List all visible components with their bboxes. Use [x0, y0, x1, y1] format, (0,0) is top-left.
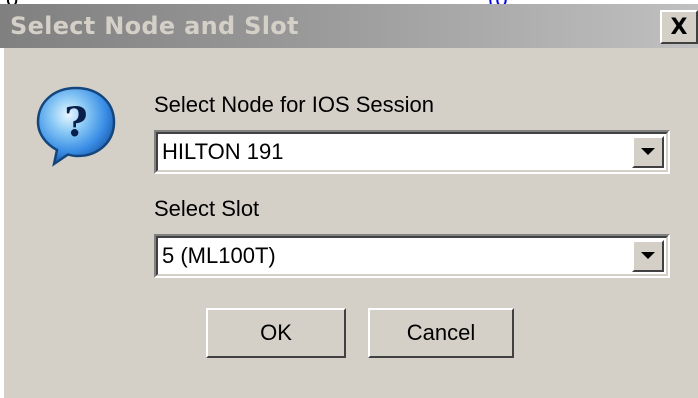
node-dropdown-button[interactable] — [632, 136, 664, 168]
chevron-down-icon — [641, 252, 655, 259]
close-button[interactable]: X — [660, 10, 698, 44]
slot-label: Select Slot — [154, 196, 260, 221]
cancel-button[interactable]: Cancel — [368, 308, 514, 358]
slot-select[interactable]: 5 (ML100T) — [154, 234, 670, 278]
node-select[interactable]: HILTON 191 — [154, 130, 670, 174]
dialog-left-edge — [0, 48, 4, 398]
svg-text:?: ? — [64, 99, 87, 146]
select-node-slot-dialog: Select Node and Slot X ? Select Node for… — [0, 4, 698, 398]
chevron-down-icon — [641, 148, 655, 155]
close-icon: X — [670, 14, 688, 40]
node-select-value: HILTON 191 — [162, 139, 284, 164]
slot-dropdown-button[interactable] — [632, 240, 664, 272]
dialog-title: Select Node and Slot — [10, 12, 299, 40]
slot-select-value: 5 (ML100T) — [162, 243, 276, 268]
ok-button[interactable]: OK — [206, 308, 346, 358]
dialog-titlebar[interactable]: Select Node and Slot X — [0, 4, 698, 48]
node-label: Select Node for IOS Session — [154, 92, 435, 117]
question-icon: ? — [36, 86, 116, 167]
